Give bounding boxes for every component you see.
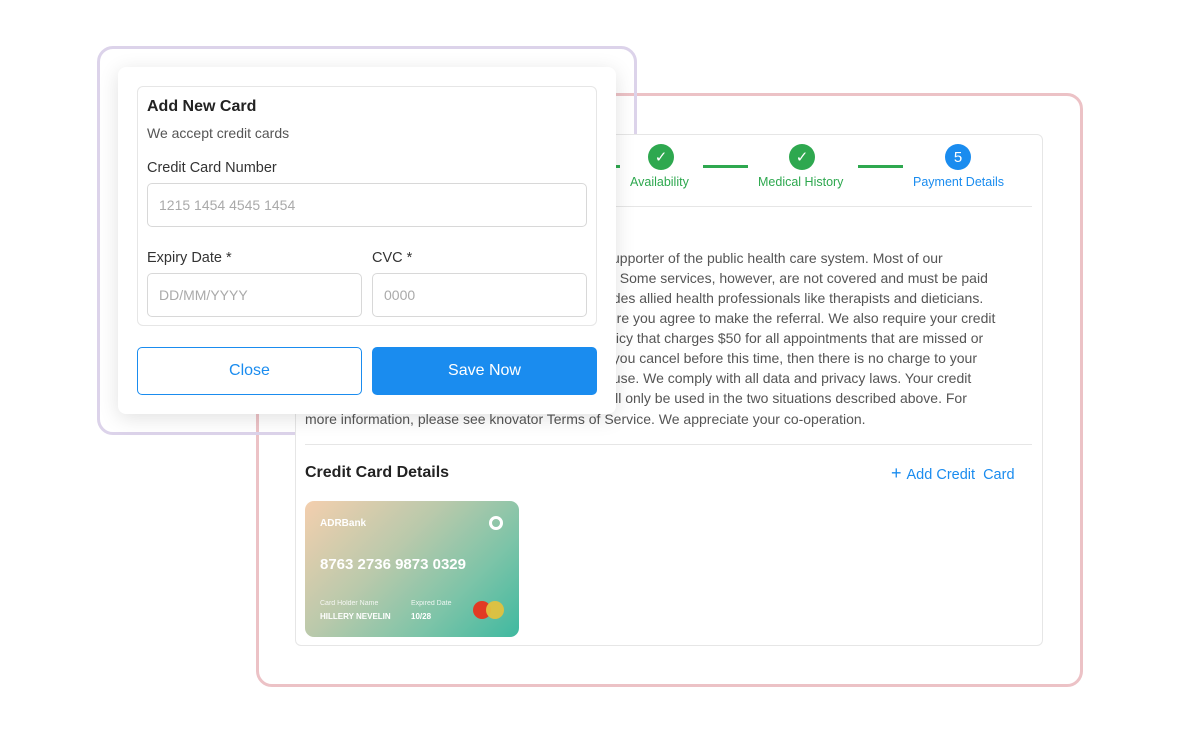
add-credit-card-button[interactable]: + Add Credit Card	[891, 463, 1015, 484]
step-label: Availability	[630, 175, 689, 189]
card-number-label: Credit Card Number	[147, 160, 277, 176]
step-number: 5	[945, 144, 971, 170]
add-card-modal: Add New Card We accept credit cards Cred…	[118, 67, 616, 414]
step-medical-check-icon: ✓	[789, 144, 815, 170]
policy-line: buse. We comply with all data and privac…	[605, 370, 972, 386]
step-connector	[858, 165, 903, 168]
cvc-label: CVC *	[372, 250, 413, 266]
bank-name: ADRBank	[320, 518, 367, 529]
cvc-input[interactable]: 0000	[372, 273, 587, 317]
policy-line: udes allied health professionals like th…	[605, 290, 984, 306]
step-connector	[703, 165, 748, 168]
modal-title: Add New Card	[147, 98, 257, 115]
card-number: 8763 2736 9873 0329	[320, 556, 466, 573]
mastercard-icon	[486, 601, 504, 619]
credit-card[interactable]: ADRBank 8763 2736 9873 0329 Card Holder …	[305, 501, 519, 637]
divider	[305, 444, 1032, 445]
card-number-input[interactable]: 1215 1454 4545 1454	[147, 183, 587, 227]
add-credit-card-label: Add Credit Card	[906, 467, 1015, 483]
holder-name: HILLERY NEVELIN	[320, 612, 391, 621]
step-availability-check-icon: ✓	[648, 144, 674, 170]
holder-label: Card Holder Name	[320, 600, 379, 607]
expiry-label: Expired Date	[411, 600, 452, 607]
expiry-date-label: Expiry Date *	[147, 250, 232, 266]
policy-line: supporter of the public health care syst…	[605, 250, 943, 266]
policy-line: fore you agree to make the referral. We …	[605, 310, 996, 326]
policy-line: olicy that charges $50 for all appointme…	[605, 330, 984, 346]
credit-card-details-title: Credit Card Details	[305, 464, 450, 481]
save-now-button[interactable]: Save Now	[372, 347, 597, 395]
close-button[interactable]: Close	[137, 347, 362, 395]
modal-subtitle: We accept credit cards	[147, 125, 290, 141]
step-label: Payment Details	[913, 175, 1005, 189]
plus-icon: +	[891, 463, 902, 483]
policy-line: s. Some services, however, are not cover…	[605, 270, 988, 286]
policy-line: f you cancel before this time, then ther…	[605, 350, 977, 366]
policy-line: vill only be used in the two situations …	[605, 390, 967, 406]
expiry-value: 10/28	[411, 612, 432, 621]
bank-logo-icon	[489, 516, 503, 530]
step-label: Medical History	[758, 175, 844, 189]
expiry-date-input[interactable]: DD/MM/YYYY	[147, 273, 362, 317]
